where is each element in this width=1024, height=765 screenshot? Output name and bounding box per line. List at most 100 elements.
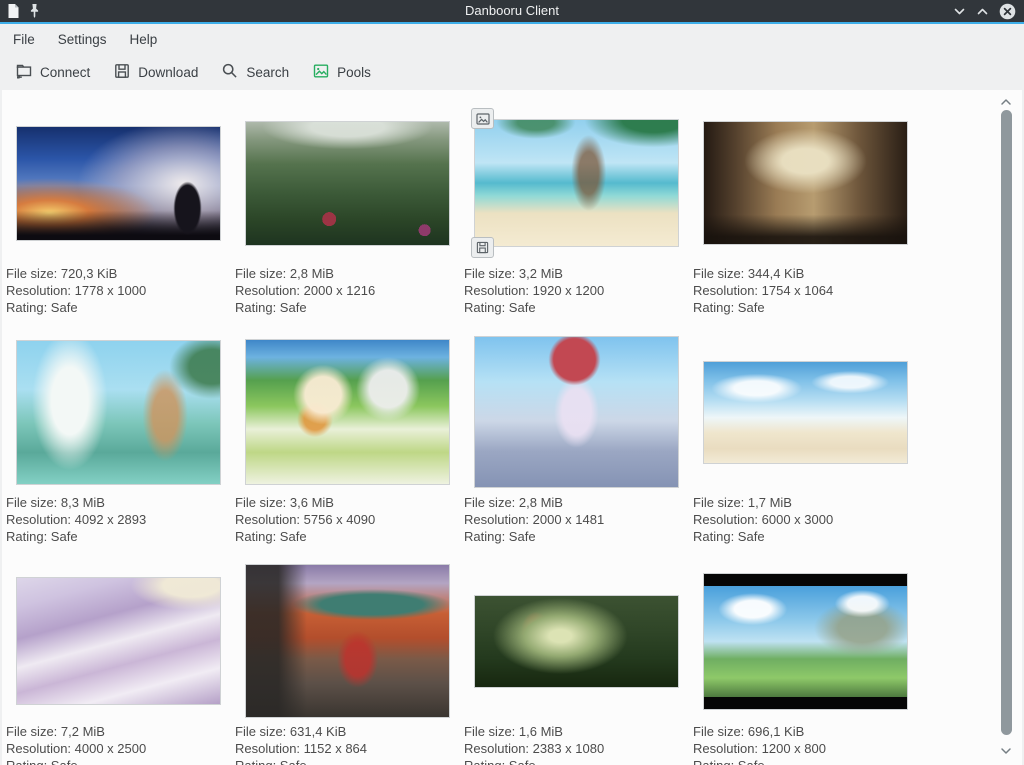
post-rating: Rating: Safe <box>464 757 691 765</box>
shade-button[interactable] <box>953 5 966 18</box>
post-rating: Rating: Safe <box>693 528 920 545</box>
post-thumbnail[interactable] <box>474 336 679 488</box>
post-thumbnail[interactable] <box>703 361 908 464</box>
post-rating: Rating: Safe <box>235 757 462 765</box>
post-thumbnail[interactable] <box>245 339 450 485</box>
scroll-down-icon[interactable] <box>1000 743 1012 761</box>
post-thumbnail[interactable] <box>703 573 908 710</box>
post-item[interactable]: File size: 344,4 KiBResolution: 1754 x 1… <box>691 103 920 332</box>
mouse-cursor <box>463 90 482 93</box>
post-resolution: Resolution: 1778 x 1000 <box>6 282 233 299</box>
pools-label: Pools <box>337 65 371 80</box>
post-item[interactable]: File size: 3,2 MiBResolution: 1920 x 120… <box>462 103 691 332</box>
search-button[interactable]: Search <box>221 62 289 83</box>
post-file-size: File size: 631,4 KiB <box>235 723 462 740</box>
menu-help[interactable]: Help <box>129 29 159 50</box>
post-thumbnail[interactable] <box>474 119 679 247</box>
post-item[interactable]: File size: 720,3 KiBResolution: 1778 x 1… <box>4 103 233 332</box>
post-file-size: File size: 696,1 KiB <box>693 723 920 740</box>
pin-icon[interactable] <box>29 3 40 19</box>
post-file-size: File size: 3,2 MiB <box>464 265 691 282</box>
post-meta: File size: 2,8 MiBResolution: 2000 x 121… <box>233 263 462 317</box>
post-grid: File size: 720,3 KiBResolution: 1778 x 1… <box>2 90 1022 765</box>
post-thumbnail[interactable] <box>703 121 908 245</box>
post-rating: Rating: Safe <box>6 299 233 316</box>
post-resolution: Resolution: 1200 x 800 <box>693 740 920 757</box>
post-thumbnail[interactable] <box>16 340 221 485</box>
close-button[interactable] <box>999 3 1016 20</box>
post-file-size: File size: 1,7 MiB <box>693 494 920 511</box>
save-overlay-icon[interactable] <box>471 237 494 258</box>
menu-file[interactable]: File <box>12 29 36 50</box>
post-item[interactable]: File size: 2,8 MiBResolution: 2000 x 148… <box>462 332 691 561</box>
download-button[interactable]: Download <box>113 62 198 83</box>
pools-button[interactable]: Pools <box>312 62 371 83</box>
post-thumbnail[interactable] <box>245 121 450 246</box>
thumbnail-box <box>233 103 462 263</box>
post-resolution: Resolution: 4092 x 2893 <box>6 511 233 528</box>
maximize-button[interactable] <box>976 5 989 18</box>
post-rating: Rating: Safe <box>6 528 233 545</box>
post-file-size: File size: 720,3 KiB <box>6 265 233 282</box>
post-thumbnail[interactable] <box>16 577 221 705</box>
post-resolution: Resolution: 1152 x 864 <box>235 740 462 757</box>
post-item[interactable]: File size: 1,6 MiBResolution: 2383 x 108… <box>462 561 691 765</box>
post-resolution: Resolution: 6000 x 3000 <box>693 511 920 528</box>
post-item[interactable]: File size: 696,1 KiBResolution: 1200 x 8… <box>691 561 920 765</box>
post-file-size: File size: 1,6 MiB <box>464 723 691 740</box>
network-connect-icon <box>15 62 33 83</box>
download-label: Download <box>138 65 198 80</box>
post-meta: File size: 344,4 KiBResolution: 1754 x 1… <box>691 263 920 317</box>
post-file-size: File size: 2,8 MiB <box>235 265 462 282</box>
toolbar: Connect Download Search <box>0 54 1024 90</box>
post-meta: File size: 720,3 KiBResolution: 1778 x 1… <box>4 263 233 317</box>
connect-button[interactable]: Connect <box>15 62 90 83</box>
thumbnail-box <box>233 561 462 721</box>
menu-settings[interactable]: Settings <box>57 29 108 50</box>
preview-image-icon[interactable] <box>471 108 494 129</box>
app-document-icon <box>7 3 20 19</box>
post-resolution: Resolution: 5756 x 4090 <box>235 511 462 528</box>
post-file-size: File size: 344,4 KiB <box>693 265 920 282</box>
thumbnail-box <box>691 332 920 492</box>
post-file-size: File size: 3,6 MiB <box>235 494 462 511</box>
app-window: Danbooru Client File <box>0 0 1024 765</box>
post-resolution: Resolution: 1920 x 1200 <box>464 282 691 299</box>
thumbnail-box <box>4 561 233 721</box>
thumbnail-box <box>691 561 920 721</box>
post-item[interactable]: File size: 2,8 MiBResolution: 2000 x 121… <box>233 103 462 332</box>
content-area: File size: 720,3 KiBResolution: 1778 x 1… <box>0 90 1024 765</box>
thumbnail-box <box>462 332 691 492</box>
post-meta: File size: 3,2 MiBResolution: 1920 x 120… <box>462 263 691 317</box>
post-resolution: Resolution: 2000 x 1216 <box>235 282 462 299</box>
post-item[interactable]: File size: 7,2 MiBResolution: 4000 x 250… <box>4 561 233 765</box>
post-file-size: File size: 7,2 MiB <box>6 723 233 740</box>
scrollbar-thumb[interactable] <box>1001 110 1012 735</box>
post-item[interactable]: File size: 631,4 KiBResolution: 1152 x 8… <box>233 561 462 765</box>
post-meta: File size: 2,8 MiBResolution: 2000 x 148… <box>462 492 691 546</box>
save-icon <box>113 62 131 83</box>
post-file-size: File size: 8,3 MiB <box>6 494 233 511</box>
post-thumbnail[interactable] <box>474 595 679 688</box>
post-meta: File size: 7,2 MiBResolution: 4000 x 250… <box>4 721 233 765</box>
post-rating: Rating: Safe <box>235 528 462 545</box>
post-item[interactable]: File size: 1,7 MiBResolution: 6000 x 300… <box>691 332 920 561</box>
post-thumbnail[interactable] <box>16 126 221 241</box>
post-item[interactable]: File size: 8,3 MiBResolution: 4092 x 289… <box>4 332 233 561</box>
post-meta: File size: 8,3 MiBResolution: 4092 x 289… <box>4 492 233 546</box>
window-title: Danbooru Client <box>0 0 1024 23</box>
post-meta: File size: 1,6 MiBResolution: 2383 x 108… <box>462 721 691 765</box>
post-item[interactable]: File size: 3,6 MiBResolution: 5756 x 409… <box>233 332 462 561</box>
thumbnail-box <box>4 332 233 492</box>
titlebar[interactable]: Danbooru Client <box>0 0 1024 24</box>
vertical-scrollbar[interactable] <box>999 90 1013 765</box>
post-rating: Rating: Safe <box>693 299 920 316</box>
post-file-size: File size: 2,8 MiB <box>464 494 691 511</box>
post-thumbnail[interactable] <box>245 564 450 718</box>
pools-image-icon <box>312 62 330 83</box>
thumbnail-box <box>462 103 691 263</box>
connect-label: Connect <box>40 65 90 80</box>
post-meta: File size: 3,6 MiBResolution: 5756 x 409… <box>233 492 462 546</box>
post-meta: File size: 631,4 KiBResolution: 1152 x 8… <box>233 721 462 765</box>
search-icon <box>221 62 239 83</box>
